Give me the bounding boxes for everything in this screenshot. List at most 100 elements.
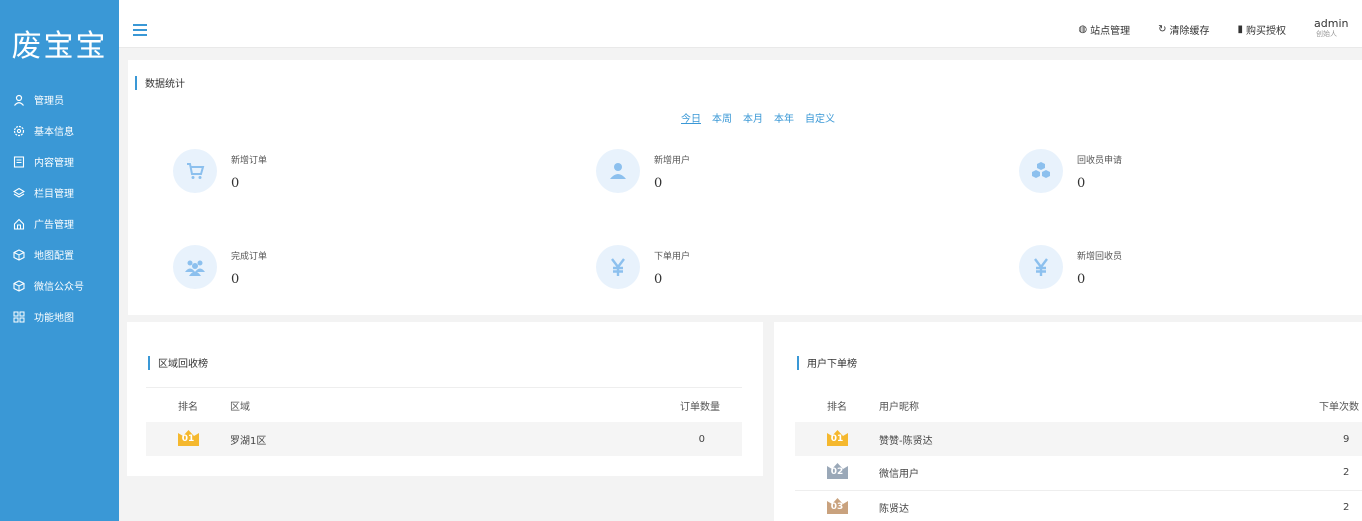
- rank-number: 01: [830, 433, 844, 444]
- rank-number: 01: [181, 433, 195, 444]
- stat-label: 新增用户: [654, 156, 691, 166]
- stats-title-text: 数据统计: [145, 79, 185, 90]
- user-menu[interactable]: admin 创始人: [1314, 17, 1362, 39]
- sidebar-item-basic-info[interactable]: 基本信息: [0, 115, 119, 146]
- user-nickname: 赞赞-陈贤达: [879, 422, 1319, 456]
- buy-license-link[interactable]: ▮ 购买授权: [1237, 22, 1286, 37]
- menu-toggle-icon[interactable]: [133, 24, 147, 36]
- user-nickname: 微信用户: [879, 456, 1319, 491]
- sidebar-item-map-config[interactable]: 地图配置: [0, 239, 119, 270]
- table-header-row: 排名 用户昵称 下单次数: [795, 388, 1362, 422]
- user-rank-panel: 用户下单榜 排名 用户昵称 下单次数 01 赞赞-陈贤达 9 02 微信用户 2…: [774, 322, 1362, 521]
- sidebar-item-label: 内容管理: [34, 158, 74, 169]
- sidebar-item-label: 基本信息: [34, 127, 74, 138]
- stat-value: 0: [654, 272, 663, 287]
- stat-label: 新增订单: [231, 156, 268, 166]
- stat-completed-orders: 完成订单 0: [173, 245, 267, 289]
- date-filters: 今日 本周 本月 本年 自定义: [681, 110, 846, 125]
- stat-new-users: 新增用户 0: [596, 149, 690, 193]
- order-times: 2: [1319, 490, 1362, 521]
- cart-icon: [173, 149, 217, 193]
- order-times: 9: [1319, 422, 1362, 456]
- sidebar-item-column[interactable]: 栏目管理: [0, 177, 119, 208]
- topbar: ◍ 站点管理 ↻ 清除缓存 ▮ 购买授权 admin 创始人: [119, 0, 1362, 48]
- rank-number: 03: [830, 501, 844, 512]
- stat-new-collectors: 新增回收员 0: [1019, 245, 1122, 289]
- col-rank: 排名: [827, 401, 847, 413]
- stat-value: 0: [231, 272, 240, 287]
- stats-title: 数据统计: [135, 75, 185, 90]
- sidebar-item-admin[interactable]: 管理员: [0, 84, 119, 115]
- sidebar-item-feature-map[interactable]: 功能地图: [0, 301, 119, 332]
- sidebar-item-wechat[interactable]: 微信公众号: [0, 270, 119, 301]
- stat-new-orders: 新增订单 0: [173, 149, 267, 193]
- user-name: admin: [1314, 17, 1349, 30]
- yen-icon: [596, 245, 640, 289]
- sidebar-menu: 管理员 基本信息 内容管理 栏目管理 广告管理 地图配置 微信公众号 功能地图: [0, 84, 119, 332]
- col-order-times: 下单次数: [1319, 401, 1359, 413]
- sidebar-item-label: 功能地图: [34, 313, 74, 324]
- clear-cache-link[interactable]: ↻ 清除缓存: [1158, 22, 1209, 37]
- col-order-count: 订单数量: [680, 401, 720, 413]
- region-name: 罗湖1区: [230, 422, 610, 456]
- stat-label: 完成订单: [231, 252, 268, 262]
- order-times: 2: [1319, 456, 1362, 491]
- col-nickname: 用户昵称: [879, 401, 919, 413]
- bookmark-icon: ▮: [1237, 23, 1243, 35]
- sidebar-item-ads[interactable]: 广告管理: [0, 208, 119, 239]
- sidebar-item-label: 广告管理: [34, 220, 74, 231]
- refresh-icon: ↻: [1158, 23, 1167, 35]
- filter-today[interactable]: 今日: [681, 110, 701, 125]
- table-row[interactable]: 01 赞赞-陈贤达 9: [795, 422, 1362, 456]
- user-rank-table: 排名 用户昵称 下单次数 01 赞赞-陈贤达 9 02 微信用户 2 03 陈贤…: [795, 388, 1362, 521]
- site-manage-link[interactable]: ◍ 站点管理: [1078, 22, 1130, 37]
- region-rank-panel: 区域回收榜 排名 区域 订单数量 01 罗湖1区 0: [127, 322, 763, 476]
- table-row[interactable]: 01 罗湖1区 0: [146, 422, 742, 456]
- yen-icon: [1019, 245, 1063, 289]
- cube-icon: [12, 279, 26, 293]
- region-rank-title: 区域回收榜: [148, 355, 208, 370]
- user-rank-title: 用户下单榜: [797, 355, 857, 370]
- rank-number: 02: [830, 467, 844, 478]
- gold-crown-icon: 01: [826, 429, 848, 446]
- sidebar-item-content[interactable]: 内容管理: [0, 146, 119, 177]
- logo: 废宝宝: [11, 29, 108, 64]
- cubes-icon: [1019, 149, 1063, 193]
- gear-icon: [12, 124, 26, 138]
- sidebar-item-label: 管理员: [34, 96, 64, 107]
- silver-crown-icon: 02: [826, 463, 848, 480]
- region-rank-title-text: 区域回收榜: [158, 359, 208, 370]
- stat-label: 下单用户: [654, 252, 691, 262]
- filter-month[interactable]: 本月: [743, 110, 763, 125]
- sidebar: 废宝宝 管理员 基本信息 内容管理 栏目管理 广告管理 地图配置 微信公众号 功…: [0, 0, 119, 521]
- site-manage-label: 站点管理: [1090, 25, 1131, 37]
- gold-crown-icon: 01: [177, 429, 199, 446]
- sidebar-item-label: 地图配置: [34, 251, 74, 262]
- stat-value: 0: [1077, 176, 1086, 191]
- filter-year[interactable]: 本年: [774, 110, 794, 125]
- filter-week[interactable]: 本周: [712, 110, 732, 125]
- table-row[interactable]: 02 微信用户 2: [795, 456, 1362, 491]
- user-nickname: 陈贤达: [879, 490, 1319, 521]
- col-region: 区域: [230, 401, 250, 413]
- sidebar-item-label: 微信公众号: [34, 282, 84, 293]
- stat-label: 回收员申请: [1077, 156, 1123, 166]
- table-row[interactable]: 03 陈贤达 2: [795, 490, 1362, 521]
- top-links: ◍ 站点管理 ↻ 清除缓存 ▮ 购买授权 admin 创始人: [1078, 17, 1362, 39]
- stat-value: 0: [231, 176, 240, 191]
- stat-ordering-users: 下单用户 0: [596, 245, 690, 289]
- table-header-row: 排名 区域 订单数量: [146, 388, 742, 422]
- user-rank-title-text: 用户下单榜: [807, 359, 857, 370]
- stats-panel: 数据统计 今日 本周 本月 本年 自定义 新增订单 0 新增用户 0 回收员申请 0 …: [128, 60, 1362, 315]
- bronze-crown-icon: 03: [826, 497, 848, 514]
- user-role: 创始人: [1316, 30, 1337, 38]
- stat-collector-applications: 回收员申请 0: [1019, 149, 1122, 193]
- document-icon: [12, 155, 26, 169]
- clear-cache-label: 清除缓存: [1169, 25, 1210, 37]
- home-icon: [12, 217, 26, 231]
- user-icon: [596, 149, 640, 193]
- layers-icon: [12, 186, 26, 200]
- users-icon: [173, 245, 217, 289]
- filter-custom[interactable]: 自定义: [805, 110, 835, 125]
- sidebar-item-label: 栏目管理: [34, 189, 74, 200]
